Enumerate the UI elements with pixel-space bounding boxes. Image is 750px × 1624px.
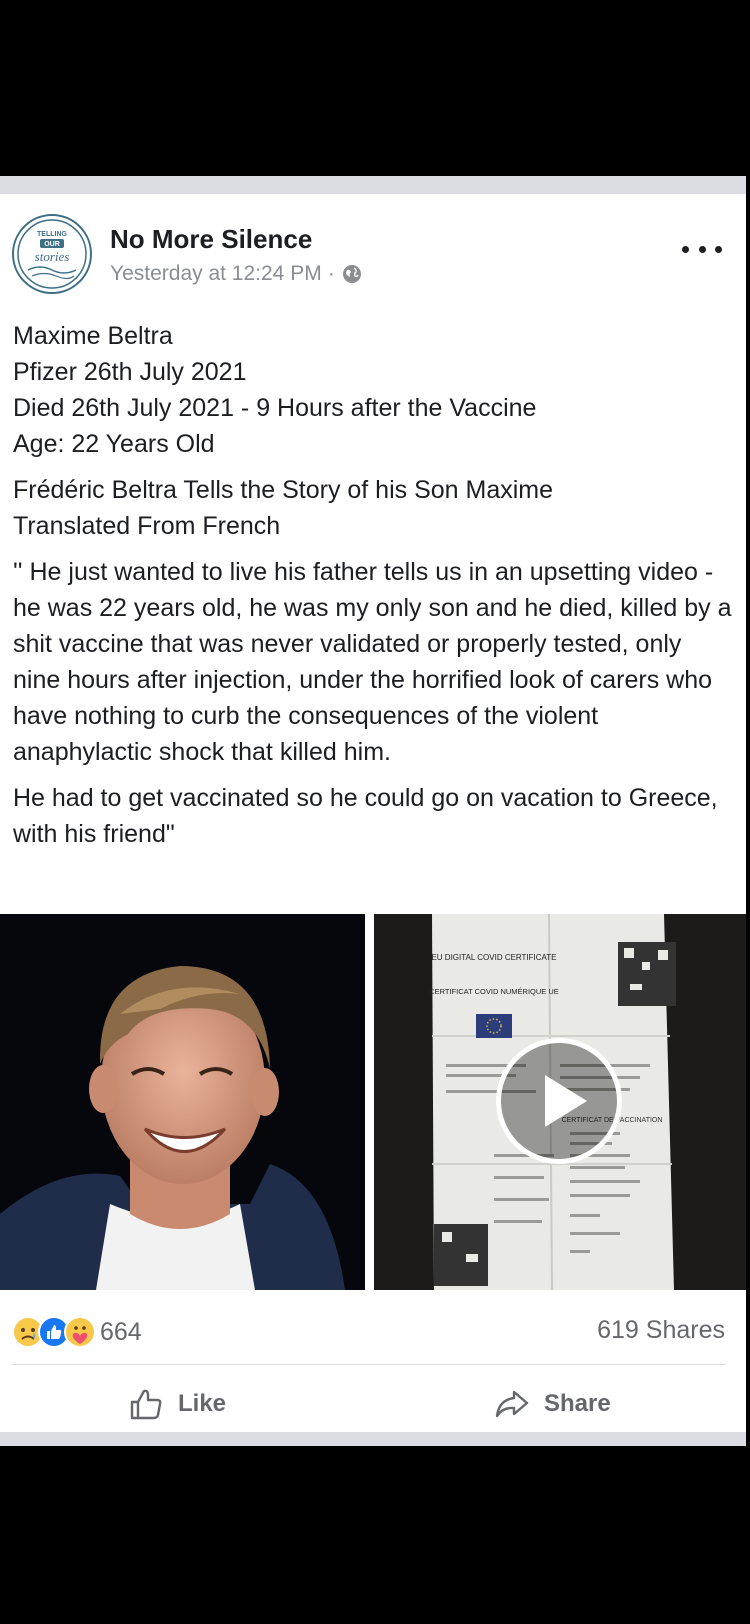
post-paragraph: Maxime Beltra Pfizer 26th July 2021 Died… xyxy=(13,322,537,458)
post-body: Maxime Beltra Pfizer 26th July 2021 Died… xyxy=(13,318,733,862)
meta-separator: · xyxy=(327,262,335,285)
post-paragraph: Frédéric Beltra Tells the Story of his S… xyxy=(13,476,554,540)
play-icon[interactable] xyxy=(496,1038,622,1164)
page-name[interactable]: No More Silence xyxy=(110,224,312,255)
care-reaction-icon xyxy=(64,1316,96,1348)
post-paragraph: He had to get vaccinated so he could go … xyxy=(13,784,718,848)
avatar-text-mid: OUR xyxy=(44,241,60,248)
more-options-icon[interactable] xyxy=(682,234,722,264)
page-avatar[interactable]: TELLING OUR stories xyxy=(12,214,92,294)
post-timestamp[interactable]: Yesterday at 12:24 PM xyxy=(110,262,322,286)
feed-separator-bottom xyxy=(0,1432,746,1446)
share-button[interactable]: Share xyxy=(494,1382,611,1426)
like-button[interactable]: Like xyxy=(128,1382,226,1426)
cert-title-en: EU DIGITAL COVID CERTIFICATE xyxy=(431,953,556,962)
reactions-summary[interactable]: 664 xyxy=(12,1312,142,1352)
shares-count[interactable]: 619 Shares xyxy=(597,1316,725,1345)
share-label: Share xyxy=(544,1390,611,1417)
post-meta: Yesterday at 12:24 PM · xyxy=(110,262,363,286)
cert-title-fr: CERTIFICAT COVID NUMÉRIQUE UE xyxy=(429,987,559,996)
avatar-text-top: TELLING xyxy=(37,231,67,238)
post-paragraph: '' He just wanted to live his father tel… xyxy=(13,558,732,766)
post-photo[interactable] xyxy=(0,914,365,1290)
thumbs-up-icon xyxy=(130,1389,162,1420)
reaction-count: 664 xyxy=(100,1317,142,1346)
globe-icon xyxy=(341,263,363,285)
like-label: Like xyxy=(178,1390,227,1417)
action-divider xyxy=(12,1364,726,1365)
avatar-text-main: stories xyxy=(35,249,70,264)
share-arrow-icon xyxy=(495,1390,529,1418)
feed-separator-top xyxy=(0,176,746,194)
